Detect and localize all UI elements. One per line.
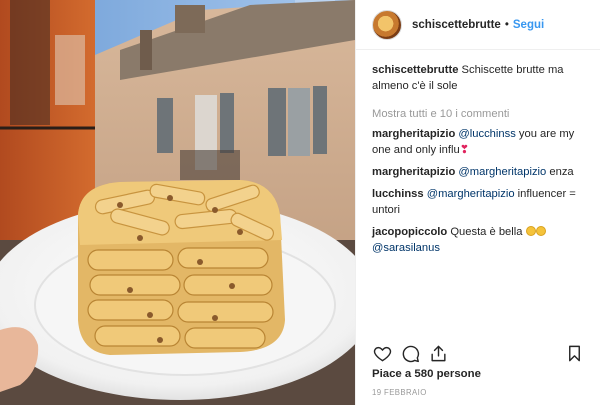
comment-button[interactable]	[396, 340, 424, 366]
likes-count[interactable]: Piace a 580 persone	[372, 368, 481, 380]
save-button[interactable]	[560, 340, 588, 366]
author-username[interactable]: schiscettebrutte	[412, 19, 501, 31]
comment-username[interactable]: jacopopiccolo	[372, 226, 447, 238]
comment-text: Questa è bella	[447, 226, 526, 238]
comment-username[interactable]: lucchinss	[372, 188, 424, 200]
grimace-emoji-icon	[535, 226, 546, 236]
post-side-panel: schiscettebrutte • Segui schiscettebrutt…	[355, 0, 600, 405]
post-photo[interactable]	[0, 0, 355, 405]
like-button[interactable]	[368, 340, 396, 366]
share-icon	[430, 345, 446, 361]
pasta-photo-illustration	[0, 0, 355, 405]
comment-text: enza	[546, 166, 574, 178]
heart-icon	[373, 346, 391, 361]
comment-mention[interactable]: @margheritapizio	[458, 166, 546, 178]
comments-section: schiscettebrutte Schiscette brutte ma al…	[356, 50, 600, 256]
caption-username[interactable]: schiscettebrutte	[372, 64, 458, 76]
comment-item: margheritapizio @margheritapizio enza	[372, 164, 586, 180]
share-button[interactable]	[424, 340, 452, 366]
bookmark-icon	[568, 345, 580, 361]
post-actions-bar	[368, 340, 588, 366]
comment-mention[interactable]: @sarasilanus	[372, 242, 440, 254]
comment-icon	[402, 345, 419, 362]
comment-item: jacopopiccolo Questa è bella @sarasilanu…	[372, 224, 586, 256]
post-caption: schiscettebrutte Schiscette brutte ma al…	[372, 62, 586, 94]
post-date[interactable]: 19 FEBBRAIO	[372, 388, 427, 397]
follow-button[interactable]: Segui	[513, 19, 544, 31]
comment-username[interactable]: margheritapizio	[372, 128, 455, 140]
author-avatar[interactable]	[372, 9, 402, 40]
separator-dot: •	[504, 18, 509, 31]
comment-item: margheritapizio @lucchinss you are my on…	[372, 126, 586, 158]
comment-mention[interactable]: @margheritapizio	[427, 188, 515, 200]
grimace-emoji-icon	[525, 226, 536, 236]
show-all-comments-link[interactable]: Mostra tutti e 10 i commenti	[372, 106, 586, 122]
comment-item: lucchinss @margheritapizio influencer = …	[372, 186, 586, 218]
comment-username[interactable]: margheritapizio	[372, 166, 455, 178]
comment-mention[interactable]: @lucchinss	[458, 128, 515, 140]
post-header: schiscettebrutte • Segui	[356, 0, 600, 50]
red-heart-emoji-icon: ❣	[459, 144, 470, 156]
